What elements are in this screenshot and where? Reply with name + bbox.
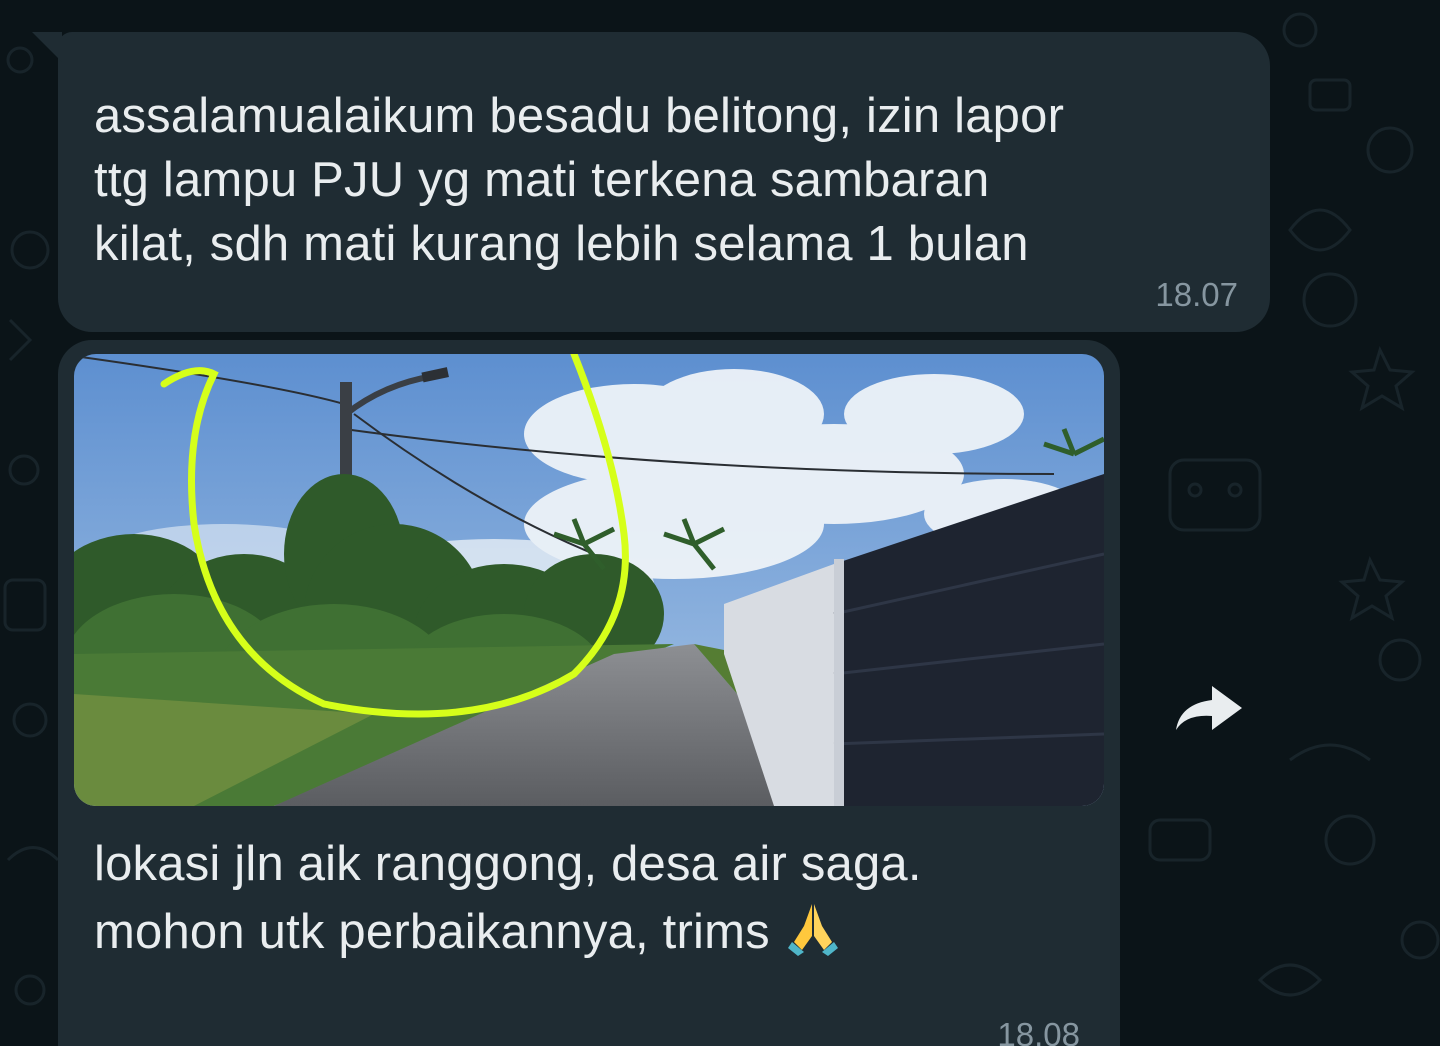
message-text: assalamualaikum besadu belitong, izin la…	[94, 89, 1065, 271]
folded-hands-icon	[782, 896, 844, 974]
incoming-message-bubble[interactable]: assalamualaikum besadu belitong, izin la…	[32, 32, 1270, 332]
incoming-image-message-bubble[interactable]: lokasi jln aik ranggong, desa air saga. …	[58, 340, 1120, 1046]
message-timestamp: 18.07	[1155, 276, 1238, 313]
message-photo[interactable]	[74, 354, 1104, 806]
message-caption: lokasi jln aik ranggong, desa air saga. …	[94, 832, 1104, 974]
forward-button[interactable]	[1166, 676, 1250, 740]
forward-icon	[1176, 686, 1242, 730]
message-timestamp: 18.08	[997, 1016, 1080, 1046]
